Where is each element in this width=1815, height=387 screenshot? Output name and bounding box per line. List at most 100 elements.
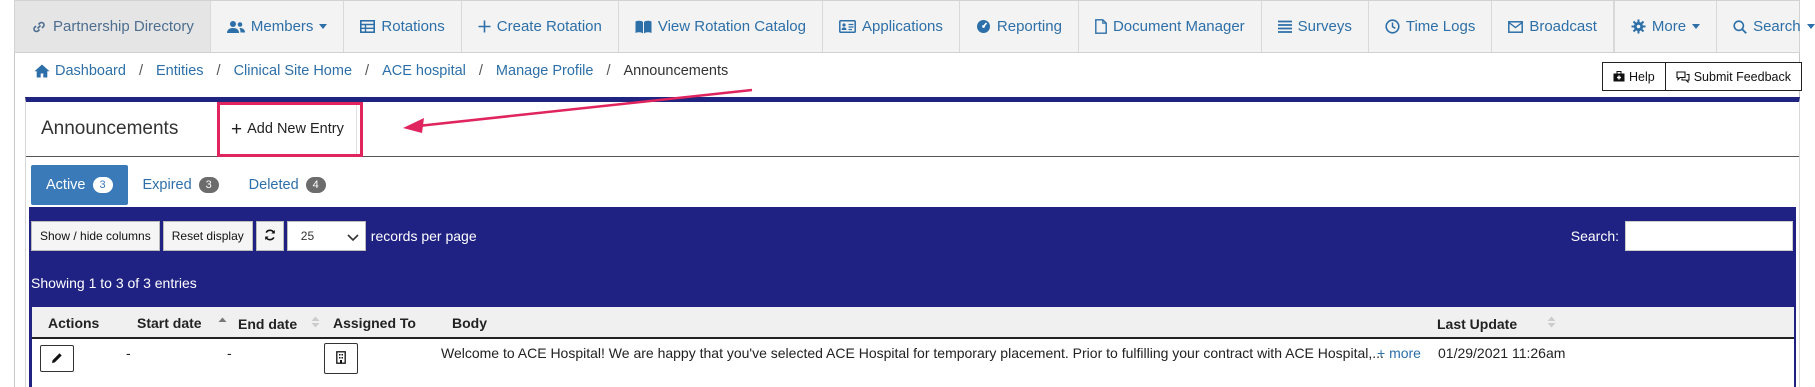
tab-deleted[interactable]: Deleted 4 [234,165,341,205]
nav-label: Members [250,18,314,35]
search-label: Search: [1570,228,1619,244]
clock-icon [1385,19,1400,34]
column-body: Body [452,315,487,331]
home-icon[interactable] [34,64,50,78]
records-per-page-label: records per page [370,228,477,244]
breadcrumb-clinical-site-home[interactable]: Clinical Site Home [234,63,352,79]
submit-feedback-button[interactable]: Submit Feedback [1665,62,1802,91]
nav-label: Surveys [1297,18,1352,35]
nav-surveys[interactable]: Surveys [1262,1,1369,52]
chevron-down-icon [347,231,359,245]
sort-icon [311,315,320,332]
sort-asc-icon [218,315,227,331]
pencil-icon [51,351,63,367]
tab-label: Deleted [248,177,299,193]
tab-expired[interactable]: Expired 3 [128,165,234,205]
nav-label: Broadcast [1529,18,1597,35]
table-icon [360,20,376,33]
breadcrumb-separator: / [216,63,221,79]
nav-broadcast[interactable]: Broadcast [1492,1,1614,52]
nav-label: Create Rotation [496,18,602,35]
feedback-label: Submit Feedback [1693,69,1791,84]
count-badge: 4 [305,177,326,193]
nav-label: Rotations [381,18,445,35]
nav-applications[interactable]: Applications [823,1,960,52]
nav-members[interactable]: Members [211,1,345,52]
table-row: - - Welcome to ACE Hospital! We are happ… [32,339,1794,387]
breadcrumb: Dashboard / Entities / Clinical Site Hom… [34,63,728,79]
book-icon [635,20,652,34]
nav-time-logs[interactable]: Time Logs [1369,1,1493,52]
nav-label: Partnership Directory [53,18,194,35]
status-tabs: Active 3 Expired 3 Deleted 4 [26,157,1799,207]
count-badge: 3 [92,177,113,193]
assigned-to-button[interactable] [324,343,358,374]
building-icon [336,350,346,367]
entries-info: Showing 1 to 3 of 3 entries [31,275,197,291]
breadcrumb-separator: / [365,63,370,79]
page-size-select[interactable]: 25 [286,221,366,251]
nav-label: Search [1753,18,1801,35]
chevron-down-icon [1806,24,1815,29]
end-date-cell: - [227,345,232,361]
nav-rotations[interactable]: Rotations [344,1,462,52]
column-actions: Actions [48,315,100,331]
breadcrumb-separator: / [478,63,483,79]
tab-label: Expired [142,177,192,193]
column-end-date[interactable]: End date [238,315,320,332]
table-search-input[interactable] [1625,221,1793,251]
nav-partnership-directory[interactable]: Partnership Directory [15,1,211,52]
nav-label: Reporting [996,18,1062,35]
body-cell: Welcome to ACE Hospital! We are happy th… [441,345,1384,361]
edit-button[interactable] [40,345,74,372]
plus-icon [478,20,491,33]
gear-icon [1631,19,1646,34]
nav-label: Applications [862,18,943,35]
id-card-icon [839,20,856,33]
medkit-icon [1613,71,1625,82]
count-badge: 3 [198,177,219,193]
breadcrumb-entities[interactable]: Entities [156,63,204,79]
more-link[interactable]: + more [1377,345,1421,361]
tab-label: Active [46,177,86,193]
breadcrumb-dashboard[interactable]: Dashboard [55,63,126,79]
page-size-value: 25 [300,229,315,243]
breadcrumb-separator: / [606,63,611,79]
start-date-cell: - [126,345,131,361]
column-label: End date [238,315,298,332]
reset-display-button[interactable]: Reset display [162,221,253,251]
help-button[interactable]: Help [1602,62,1666,91]
table-search: Search: [1571,221,1793,251]
list-icon [1277,20,1292,33]
help-label: Help [1629,69,1655,84]
nav-reporting[interactable]: Reporting [960,1,1079,52]
chevron-down-icon [1692,24,1701,29]
nav-label: More [1651,18,1687,35]
nav-search[interactable]: Search [1717,1,1815,52]
table-header: Actions Start date End date Assigned To … [32,307,1794,339]
breadcrumb-current: Announcements [623,63,729,79]
refresh-icon [264,229,276,244]
link-icon [31,19,47,35]
nav-create-rotation[interactable]: Create Rotation [462,1,619,52]
comments-icon [1676,70,1690,83]
nav-label: Time Logs [1405,18,1476,35]
page-title: Announcements [41,118,179,139]
tab-active[interactable]: Active 3 [31,165,128,205]
breadcrumb-manage-profile[interactable]: Manage Profile [496,63,594,79]
refresh-button[interactable] [255,221,284,251]
nav-more[interactable]: More [1615,1,1718,52]
last-update-cell: 01/29/2021 11:26am [1438,345,1566,361]
nav-document-manager[interactable]: Document Manager [1079,1,1262,52]
breadcrumb-ace-hospital[interactable]: ACE hospital [382,63,466,79]
announcements-table: Actions Start date End date Assigned To … [32,307,1794,387]
column-last-update[interactable]: Last Update [1437,315,1556,332]
breadcrumb-separator: / [138,63,143,79]
column-start-date[interactable]: Start date [137,315,227,331]
nav-view-rotation-catalog[interactable]: View Rotation Catalog [619,1,823,52]
help-button-group: Help Submit Feedback [1602,62,1802,91]
nav-label: View Rotation Catalog [657,18,806,35]
envelope-icon [1508,20,1524,33]
column-assigned-to: Assigned To [333,315,416,331]
show-hide-columns-button[interactable]: Show / hide columns [31,221,160,251]
